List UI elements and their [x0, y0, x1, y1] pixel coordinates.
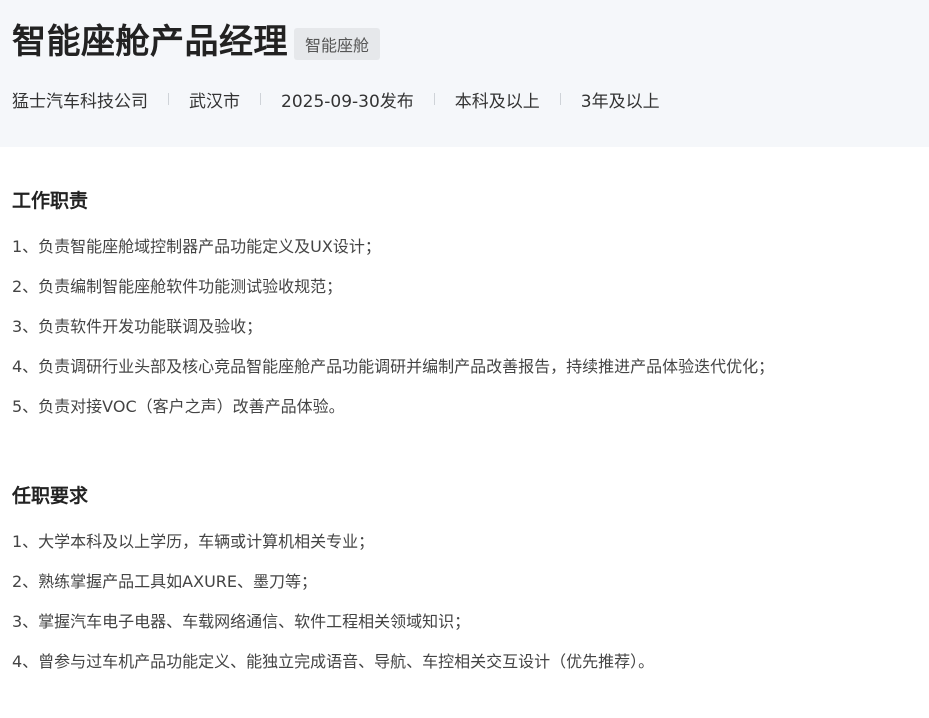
- meta-divider: [433, 93, 435, 105]
- duty-item: 4、负责调研行业头部及核心竞品智能座舱产品功能调研并编制产品改善报告，持续推进产…: [12, 357, 775, 376]
- title-row: 智能座舱产品经理 智能座舱: [12, 18, 917, 66]
- requirement-item: 3、掌握汽车电子电器、车载网络通信、软件工程相关领域知识；: [12, 612, 471, 631]
- duty-item: 1、负责智能座舱域控制器产品功能定义及UX设计；: [12, 237, 381, 256]
- meta-divider: [260, 93, 261, 105]
- publish-date: 2025-09-30发布: [281, 91, 414, 112]
- meta-divider: [559, 93, 561, 105]
- category-tag[interactable]: 智能座舱: [294, 28, 381, 60]
- requirements-list: 1、大学本科及以上学历，车辆或计算机相关专业； 2、熟练掌握产品工具如AXURE…: [12, 529, 917, 675]
- company-name[interactable]: 猛士汽车科技公司: [12, 87, 148, 112]
- job-description: 工作职责 1、负责智能座舱域控制器产品功能定义及UX设计； 2、负责编制智能座舱…: [0, 187, 929, 675]
- requirement-item: 2、熟练掌握产品工具如AXURE、墨刀等；: [12, 572, 318, 591]
- job-title: 智能座舱产品经理: [12, 22, 288, 62]
- education-requirement: 本科及以上: [454, 91, 540, 112]
- job-location: 武汉市: [189, 91, 240, 112]
- meta-divider: [168, 93, 169, 105]
- job-header: 智能座舱产品经理 智能座舱 猛士汽车科技公司 武汉市 2025-09-30发布 …: [0, 0, 929, 147]
- job-meta: 猛士汽车科技公司 武汉市 2025-09-30发布 本科及以上 3年及以上: [12, 86, 917, 112]
- duties-list: 1、负责智能座舱域控制器产品功能定义及UX设计； 2、负责编制智能座舱软件功能测…: [12, 234, 917, 420]
- duties-heading: 工作职责: [12, 190, 89, 212]
- duty-item: 3、负责软件开发功能联调及验收；: [12, 317, 263, 336]
- requirement-item: 4、曾参与过车机产品功能定义、能独立完成语音、导航、车控相关交互设计（优先推荐）…: [12, 652, 655, 671]
- requirement-item: 1、大学本科及以上学历，车辆或计算机相关专业；: [12, 532, 375, 551]
- duty-item: 2、负责编制智能座舱软件功能测试验收规范；: [12, 277, 343, 296]
- experience-requirement: 3年及以上: [580, 91, 660, 112]
- requirements-heading: 任职要求: [12, 485, 89, 507]
- duty-item: 5、负责对接VOC（客户之声）改善产品体验。: [12, 397, 345, 416]
